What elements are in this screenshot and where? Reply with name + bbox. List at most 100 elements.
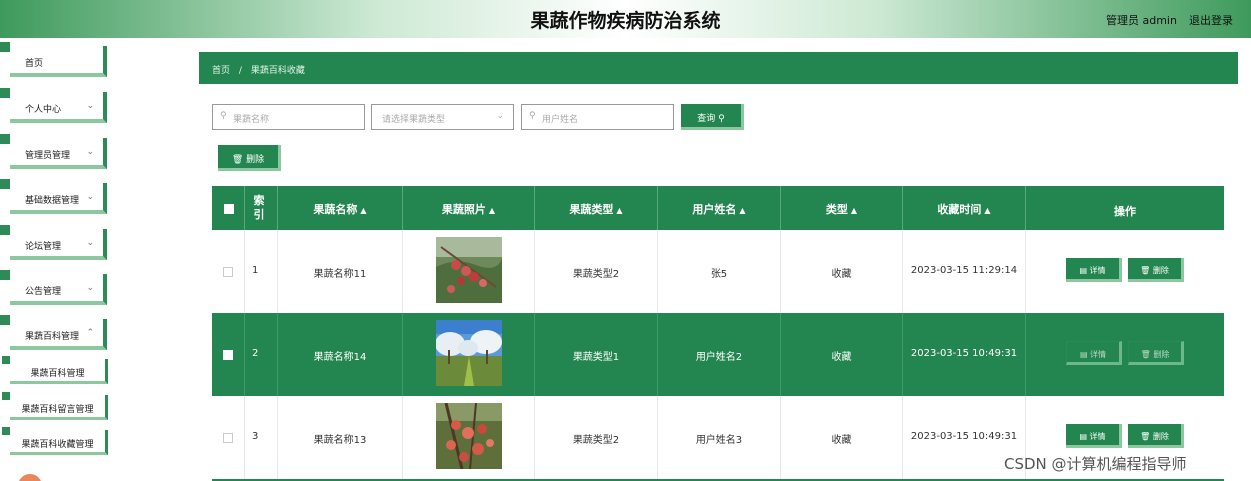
row-type: 果蔬类型2 (535, 230, 658, 313)
header-time[interactable]: 收藏时间 ▲︎ (903, 186, 1026, 230)
user-search-input[interactable]: ⚲ 用户姓名 (521, 104, 674, 130)
chevron-down-icon: ⌄ (86, 283, 94, 293)
row-select-cell (212, 396, 245, 479)
top-header: 果蔬作物疾病防治系统 管理员 admin 退出登录 (0, 0, 1251, 38)
trash-icon: 🗑 (231, 155, 244, 165)
bulk-delete-button[interactable]: 🗑 删除 (218, 145, 281, 171)
select-all-checkbox[interactable] (224, 204, 234, 214)
breadcrumb: 首页 / 果蔬百科收藏 (199, 52, 1238, 84)
delete-label: 删除 (1152, 266, 1169, 275)
row-actions: ▤ 详情 🗑 删除 (1026, 230, 1224, 313)
sidebar-subitem-favorites[interactable]: 果蔬百科收藏管理 (2, 427, 108, 455)
row-delete-button[interactable]: 🗑 删除 (1128, 341, 1184, 365)
header-photo-label: 果蔬照片 (441, 203, 486, 216)
type-select[interactable]: 请选择果蔬类型 ⌄ (371, 104, 514, 130)
header-name-label: 果蔬名称 (313, 203, 358, 216)
query-label: 查询 (697, 114, 716, 124)
row-actions: ▤ 详情 🗑 删除 (1026, 313, 1224, 396)
sidebar-item-forum[interactable]: 论坛管理 ⌄ (0, 225, 107, 260)
row-name: 果蔬名称11 (278, 230, 403, 313)
row-name: 果蔬名称14 (278, 313, 403, 396)
row-index: 3 (245, 396, 278, 479)
sidebar-item-label: 公告管理 (25, 287, 62, 297)
header-kind-label: 类型 (825, 203, 848, 216)
watermark: CSDN @计算机编程指导师 (1004, 455, 1187, 473)
header-action: 操作 (1026, 186, 1224, 230)
row-user: 用户姓名2 (658, 313, 781, 396)
row-type: 果蔬类型2 (535, 396, 658, 479)
row-user: 用户姓名3 (658, 396, 781, 479)
sidebar-item-base-data[interactable]: 基础数据管理 ⌄ (0, 179, 107, 214)
sidebar-subitem-label: 果蔬百科留言管理 (21, 405, 94, 415)
header-select-all-cell (212, 186, 245, 230)
header-index: 索引 (245, 186, 278, 230)
row-delete-button[interactable]: 🗑 删除 (1128, 424, 1184, 448)
sidebar-item-announcement[interactable]: 公告管理 ⌄ (0, 270, 107, 305)
detail-button[interactable]: ▤ 详情 (1066, 424, 1122, 448)
detail-label: 详情 (1089, 266, 1106, 275)
row-index: 2 (245, 313, 278, 396)
detail-button[interactable]: ▤ 详情 (1066, 341, 1122, 365)
chevron-down-icon: ⌄ (86, 147, 94, 157)
row-kind: 收藏 (781, 396, 903, 479)
chevron-down-icon: ⌄ (86, 192, 94, 202)
name-search-input[interactable]: ⚲ 果蔬名称 (212, 104, 365, 130)
header-type[interactable]: 果蔬类型 ▲︎ (535, 186, 658, 230)
search-icon: ⚲ (220, 111, 227, 121)
sidebar-subitem-label: 果蔬百科收藏管理 (21, 440, 94, 450)
header-action-label: 操作 (1114, 205, 1136, 218)
app-title: 果蔬作物疾病防治系统 (530, 10, 721, 32)
sidebar-item-label: 首页 (25, 59, 44, 69)
detail-button[interactable]: ▤ 详情 (1066, 258, 1122, 282)
document-icon: ▤ (1079, 350, 1088, 359)
detail-label: 详情 (1090, 350, 1107, 359)
sort-icon: ▲︎ (850, 206, 858, 215)
header-user-label: 用户姓名 (692, 203, 737, 216)
sidebar-subitem-encyclopedia[interactable]: 果蔬百科管理 (2, 356, 108, 384)
sidebar-item-admin-management[interactable]: 管理员管理 ⌄ (0, 134, 107, 169)
row-select-cell (212, 313, 245, 396)
fruit-photo-red-berries (436, 237, 502, 303)
table-header: 索引 果蔬名称 ▲︎ 果蔬照片 ▲︎ 果蔬类型 ▲︎ 用户姓名 ▲︎ 类型 ▲︎ 收藏时间… (212, 186, 1224, 230)
sidebar-item-encyclopedia[interactable]: 果蔬百科管理 ⌃ (0, 315, 107, 350)
query-button[interactable]: 查询 ⚲ (681, 104, 744, 130)
type-placeholder: 请选择果蔬类型 (382, 115, 446, 125)
row-checkbox[interactable] (223, 433, 233, 443)
row-kind: 收藏 (781, 313, 903, 396)
header-type-label: 果蔬类型 (569, 203, 614, 216)
table-row: 2 果蔬名称14 果蔬类型1 用户姓名2 收藏 2023-03-15 10:49… (212, 313, 1224, 396)
sort-icon: ▲︎ (360, 206, 367, 215)
row-select-cell (212, 230, 245, 313)
header-kind[interactable]: 类型 ▲︎ (781, 186, 903, 230)
document-icon: ▤ (1079, 432, 1087, 441)
trash-icon: 🗑 (1140, 266, 1151, 275)
fruit-photo-orchard-blossom (436, 320, 502, 386)
delete-label: 删除 (1153, 350, 1170, 359)
current-user: 管理员 admin (1106, 14, 1177, 27)
logout-link[interactable]: 退出登录 (1189, 12, 1233, 28)
header-name[interactable]: 果蔬名称 ▲︎ (278, 186, 403, 230)
header-user[interactable]: 用户姓名 ▲︎ (658, 186, 781, 230)
sort-icon: ▲︎ (739, 206, 746, 215)
breadcrumb-separator: / (238, 66, 242, 76)
row-delete-button[interactable]: 🗑 删除 (1128, 258, 1184, 282)
header-photo[interactable]: 果蔬照片 ▲︎ (403, 186, 535, 230)
sidebar-item-personal-center[interactable]: 个人中心 ⌄ (0, 88, 107, 123)
row-name: 果蔬名称13 (278, 396, 403, 479)
detail-label: 详情 (1089, 432, 1106, 441)
table-row: 1 果蔬名称11 果蔬类型2 张5 收藏 2023-03-15 11:29:14… (212, 230, 1224, 313)
search-icon: ⚲ (529, 111, 536, 121)
sidebar-subitem-messages[interactable]: 果蔬百科留言管理 (2, 392, 108, 420)
breadcrumb-home[interactable]: 首页 (212, 66, 230, 76)
delete-label: 删除 (246, 155, 265, 165)
document-icon: ▤ (1079, 266, 1087, 275)
sidebar-item-label: 基础数据管理 (25, 196, 80, 206)
row-checkbox[interactable] (223, 267, 233, 277)
row-time: 2023-03-15 11:29:14 (903, 230, 1026, 313)
sidebar-item-home[interactable]: 首页 (0, 42, 107, 77)
sort-icon: ▲︎ (616, 206, 623, 215)
row-type: 果蔬类型1 (535, 313, 658, 396)
trash-icon: 🗑 (1140, 432, 1151, 441)
row-checkbox[interactable] (223, 350, 233, 360)
chevron-down-icon: ⌄ (86, 238, 94, 248)
